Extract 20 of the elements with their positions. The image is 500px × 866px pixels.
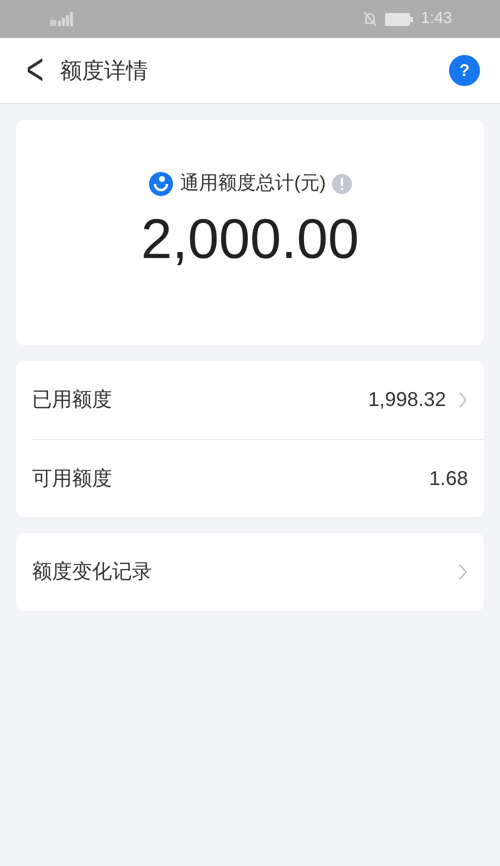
quota-row[interactable]: 已用额度 1,998.32 [32,361,484,439]
signal-icon [48,12,74,26]
info-icon[interactable] [332,174,352,194]
row-value: 1,998.32 [368,388,446,413]
row-value: 1.68 [429,466,468,492]
help-button[interactable]: ? [449,55,480,86]
chevron-icon [458,391,468,409]
total-label: 通用额度总计(元) [180,172,326,196]
bell-off-icon [362,11,377,27]
row-label: 已用额度 [32,388,112,413]
row-label: 额度变化记录 [32,560,152,585]
chevron-icon [458,563,468,581]
row-label: 可用额度 [32,466,112,492]
battery-icon [384,12,413,26]
back-button[interactable]: < [20,48,50,93]
clock-time: 1:43 [420,9,452,29]
logo-icon [148,171,174,198]
history-row[interactable]: 额度变化记录 [16,533,484,611]
total-amount: 2,000.00 [141,210,359,266]
page-title: 额度详情 [60,57,148,85]
